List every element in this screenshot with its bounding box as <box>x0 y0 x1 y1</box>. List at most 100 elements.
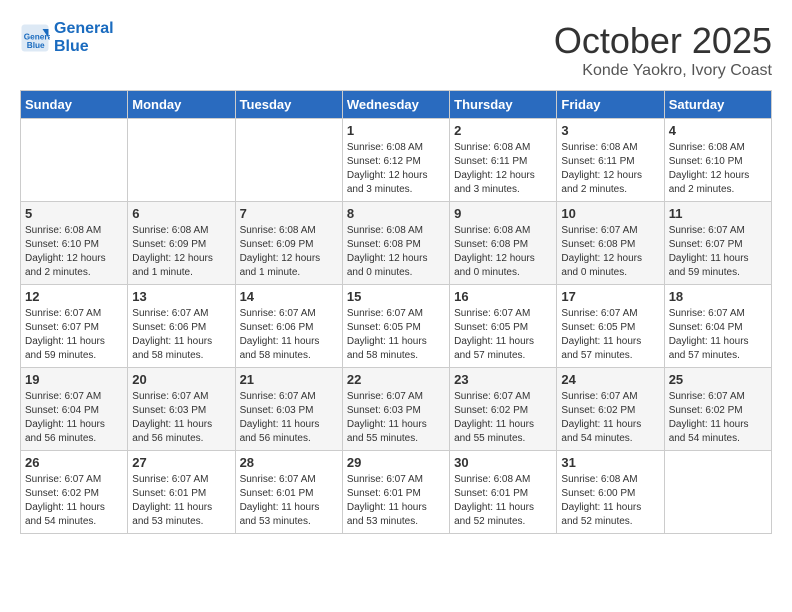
sunrise-time: 6:08 AM <box>601 142 638 153</box>
daylight-label: Daylight: 11 hours and 59 minutes. <box>25 336 105 361</box>
day-number: 9 <box>454 206 552 221</box>
day-number: 13 <box>132 289 230 304</box>
sunset-time: 6:11 PM <box>598 156 635 167</box>
daylight-label: Daylight: 12 hours and 1 minute. <box>132 253 213 278</box>
sunset-time: 6:02 PM <box>491 405 528 416</box>
sunrise-time: 6:07 AM <box>279 474 316 485</box>
calendar-cell: 7 Sunrise: 6:08 AM Sunset: 6:09 PM Dayli… <box>235 202 342 285</box>
sunrise-label: Sunrise: <box>25 225 64 236</box>
day-number: 12 <box>25 289 123 304</box>
daylight-label: Daylight: 11 hours and 59 minutes. <box>669 253 749 278</box>
daylight-label: Daylight: 11 hours and 57 minutes. <box>454 336 534 361</box>
day-number: 21 <box>240 372 338 387</box>
calendar-cell: 27 Sunrise: 6:07 AM Sunset: 6:01 PM Dayl… <box>128 451 235 534</box>
sunrise-time: 6:08 AM <box>172 225 209 236</box>
calendar-cell: 24 Sunrise: 6:07 AM Sunset: 6:02 PM Dayl… <box>557 368 664 451</box>
sunrise-time: 6:07 AM <box>708 391 745 402</box>
sunset-time: 6:01 PM <box>169 488 206 499</box>
daylight-label: Daylight: 11 hours and 58 minutes. <box>240 336 320 361</box>
sunrise-label: Sunrise: <box>669 225 708 236</box>
calendar-cell: 8 Sunrise: 6:08 AM Sunset: 6:08 PM Dayli… <box>342 202 449 285</box>
calendar-cell: 29 Sunrise: 6:07 AM Sunset: 6:01 PM Dayl… <box>342 451 449 534</box>
sunrise-label: Sunrise: <box>561 142 600 153</box>
day-number: 19 <box>25 372 123 387</box>
day-number: 1 <box>347 123 445 138</box>
sunset-label: Sunset: <box>669 405 706 416</box>
day-info: Sunrise: 6:07 AM Sunset: 6:07 PM Dayligh… <box>25 307 123 363</box>
daylight-label: Daylight: 11 hours and 53 minutes. <box>132 502 212 527</box>
day-number: 10 <box>561 206 659 221</box>
sunset-time: 6:06 PM <box>276 322 313 333</box>
day-info: Sunrise: 6:07 AM Sunset: 6:08 PM Dayligh… <box>561 224 659 280</box>
daylight-label: Daylight: 11 hours and 55 minutes. <box>454 419 534 444</box>
daylight-label: Daylight: 11 hours and 52 minutes. <box>561 502 641 527</box>
daylight-label: Daylight: 12 hours and 2 minutes. <box>561 170 642 195</box>
sunrise-label: Sunrise: <box>240 308 279 319</box>
daylight-label: Daylight: 12 hours and 2 minutes. <box>25 253 106 278</box>
calendar-cell: 15 Sunrise: 6:07 AM Sunset: 6:05 PM Dayl… <box>342 285 449 368</box>
sunrise-label: Sunrise: <box>561 474 600 485</box>
day-info: Sunrise: 6:07 AM Sunset: 6:04 PM Dayligh… <box>25 390 123 446</box>
daylight-label: Daylight: 11 hours and 56 minutes. <box>132 419 212 444</box>
calendar-cell: 11 Sunrise: 6:07 AM Sunset: 6:07 PM Dayl… <box>664 202 771 285</box>
day-info: Sunrise: 6:07 AM Sunset: 6:06 PM Dayligh… <box>132 307 230 363</box>
day-number: 30 <box>454 455 552 470</box>
calendar-cell: 3 Sunrise: 6:08 AM Sunset: 6:11 PM Dayli… <box>557 119 664 202</box>
daylight-label: Daylight: 11 hours and 57 minutes. <box>669 336 749 361</box>
sunset-label: Sunset: <box>240 405 277 416</box>
weekday-header-saturday: Saturday <box>664 91 771 119</box>
sunset-time: 6:08 PM <box>598 239 635 250</box>
sunrise-label: Sunrise: <box>132 225 171 236</box>
sunrise-time: 6:08 AM <box>708 142 745 153</box>
sunrise-label: Sunrise: <box>25 474 64 485</box>
sunrise-time: 6:07 AM <box>386 391 423 402</box>
day-number: 15 <box>347 289 445 304</box>
day-info: Sunrise: 6:07 AM Sunset: 6:03 PM Dayligh… <box>347 390 445 446</box>
sunrise-label: Sunrise: <box>561 225 600 236</box>
sunrise-time: 6:07 AM <box>279 391 316 402</box>
sunset-label: Sunset: <box>132 239 169 250</box>
day-number: 27 <box>132 455 230 470</box>
daylight-label: Daylight: 11 hours and 56 minutes. <box>25 419 105 444</box>
weekday-header-wednesday: Wednesday <box>342 91 449 119</box>
sunset-label: Sunset: <box>347 322 384 333</box>
calendar-cell: 30 Sunrise: 6:08 AM Sunset: 6:01 PM Dayl… <box>450 451 557 534</box>
daylight-label: Daylight: 12 hours and 0 minutes. <box>561 253 642 278</box>
sunrise-label: Sunrise: <box>25 391 64 402</box>
sunset-time: 6:04 PM <box>62 405 99 416</box>
weekday-header-friday: Friday <box>557 91 664 119</box>
sunrise-time: 6:07 AM <box>494 308 531 319</box>
sunset-label: Sunset: <box>25 239 62 250</box>
sunset-time: 6:04 PM <box>705 322 742 333</box>
sunset-label: Sunset: <box>240 488 277 499</box>
sunset-label: Sunset: <box>561 488 598 499</box>
daylight-label: Daylight: 11 hours and 57 minutes. <box>561 336 641 361</box>
day-number: 31 <box>561 455 659 470</box>
day-info: Sunrise: 6:07 AM Sunset: 6:05 PM Dayligh… <box>454 307 552 363</box>
day-info: Sunrise: 6:07 AM Sunset: 6:01 PM Dayligh… <box>347 473 445 529</box>
sunset-time: 6:12 PM <box>384 156 421 167</box>
daylight-label: Daylight: 12 hours and 1 minute. <box>240 253 321 278</box>
calendar-cell <box>235 119 342 202</box>
calendar-cell: 12 Sunrise: 6:07 AM Sunset: 6:07 PM Dayl… <box>21 285 128 368</box>
logo: General Blue General Blue <box>20 20 114 55</box>
day-info: Sunrise: 6:08 AM Sunset: 6:08 PM Dayligh… <box>454 224 552 280</box>
sunrise-time: 6:07 AM <box>64 474 101 485</box>
sunset-label: Sunset: <box>347 156 384 167</box>
sunset-label: Sunset: <box>347 239 384 250</box>
day-info: Sunrise: 6:07 AM Sunset: 6:01 PM Dayligh… <box>132 473 230 529</box>
calendar-cell <box>664 451 771 534</box>
day-number: 26 <box>25 455 123 470</box>
calendar-cell: 17 Sunrise: 6:07 AM Sunset: 6:05 PM Dayl… <box>557 285 664 368</box>
calendar-week-4: 19 Sunrise: 6:07 AM Sunset: 6:04 PM Dayl… <box>21 368 772 451</box>
sunset-label: Sunset: <box>132 322 169 333</box>
calendar-cell: 6 Sunrise: 6:08 AM Sunset: 6:09 PM Dayli… <box>128 202 235 285</box>
calendar-cell <box>128 119 235 202</box>
calendar-cell: 13 Sunrise: 6:07 AM Sunset: 6:06 PM Dayl… <box>128 285 235 368</box>
day-number: 3 <box>561 123 659 138</box>
sunset-label: Sunset: <box>454 405 491 416</box>
calendar-cell: 23 Sunrise: 6:07 AM Sunset: 6:02 PM Dayl… <box>450 368 557 451</box>
day-info: Sunrise: 6:07 AM Sunset: 6:05 PM Dayligh… <box>561 307 659 363</box>
sunset-label: Sunset: <box>454 156 491 167</box>
sunrise-time: 6:07 AM <box>386 308 423 319</box>
